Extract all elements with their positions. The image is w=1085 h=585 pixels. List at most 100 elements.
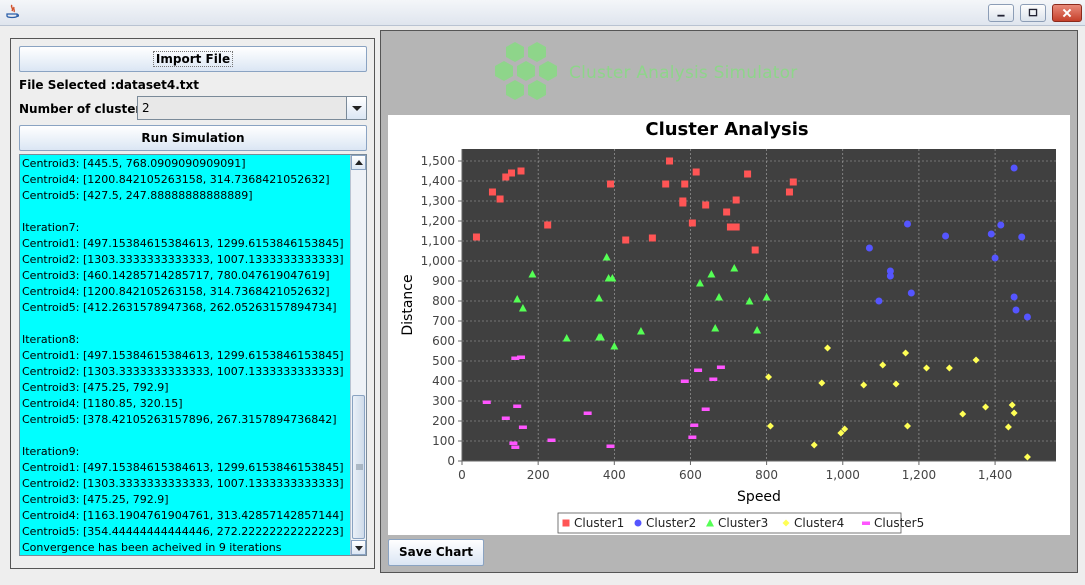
cluster2-point bbox=[1010, 293, 1018, 301]
minimize-icon bbox=[997, 14, 1005, 17]
log-scrollbar[interactable] bbox=[350, 155, 366, 555]
y-tick-label: 1,100 bbox=[421, 234, 455, 248]
chart-area: Cluster Analysis 0 200 400 600 800 1,000 1,200… bbox=[388, 115, 1070, 535]
x-tick-label: 800 bbox=[755, 468, 778, 482]
cluster5-point bbox=[501, 416, 510, 420]
file-selected-label: File Selected :dataset4.txt bbox=[19, 78, 199, 92]
log-line: Centroid3: [445.5, 768.0909090909091] bbox=[22, 157, 246, 170]
legend-cluster2-marker bbox=[634, 519, 642, 527]
y-tick-label: 500 bbox=[432, 354, 455, 368]
cluster5-point bbox=[690, 423, 699, 427]
cluster1-point bbox=[688, 219, 696, 227]
log-line: Centroid1: [497.15384615384613, 1299.615… bbox=[22, 349, 344, 362]
cluster5-point bbox=[688, 435, 697, 439]
simulation-log-textarea[interactable]: Centroid3: [445.5, 768.0909090909091] Cen… bbox=[19, 154, 367, 556]
maximize-button[interactable] bbox=[1020, 4, 1046, 22]
control-panel: Import File File Selected :dataset4.txt … bbox=[10, 38, 375, 569]
cluster1-point bbox=[622, 236, 630, 244]
x-tick-label: 200 bbox=[527, 468, 550, 482]
cluster5-point bbox=[583, 411, 592, 415]
log-line: Centroid1: [497.15384615384613, 1299.615… bbox=[22, 461, 344, 474]
log-lines: Centroid3: [445.5, 768.0909090909091] Cen… bbox=[22, 156, 350, 555]
run-simulation-button[interactable]: Run Simulation bbox=[19, 125, 367, 151]
number-of-clusters-label: Number of clusters: bbox=[19, 102, 154, 116]
cluster2-point bbox=[875, 297, 883, 305]
y-tick-label: 1,300 bbox=[421, 194, 455, 208]
scroll-thumb[interactable] bbox=[352, 395, 365, 539]
save-chart-button[interactable]: Save Chart bbox=[388, 539, 484, 566]
close-button[interactable] bbox=[1052, 4, 1082, 22]
number-of-clusters-select[interactable]: 2 bbox=[137, 96, 367, 120]
cluster5-point bbox=[511, 445, 520, 449]
scroll-down-button[interactable] bbox=[351, 540, 366, 555]
x-axis-label: Speed bbox=[737, 489, 781, 505]
import-file-label: Import File bbox=[152, 51, 234, 67]
cluster1-point bbox=[544, 221, 552, 229]
import-file-button[interactable]: Import File bbox=[19, 46, 367, 72]
cluster1-point bbox=[607, 180, 614, 188]
log-line: Centroid4: [1180.85, 320.15] bbox=[22, 397, 183, 410]
log-line: Iteration9: bbox=[22, 445, 80, 458]
cluster1-point bbox=[679, 199, 687, 207]
y-tick-label: 800 bbox=[432, 294, 455, 308]
plot-background bbox=[462, 149, 1056, 461]
cluster5-point bbox=[606, 444, 615, 448]
y-tick-label: 200 bbox=[432, 414, 455, 428]
y-tick-label: 1,400 bbox=[421, 174, 455, 188]
close-icon bbox=[1062, 8, 1072, 18]
log-line: Convergence has been acheived in 9 itera… bbox=[22, 541, 282, 554]
cluster1-point bbox=[662, 180, 670, 188]
x-tick-label: 400 bbox=[603, 468, 626, 482]
cluster1-point bbox=[702, 201, 710, 209]
x-tick-label: 1,000 bbox=[826, 468, 860, 482]
cluster2-point bbox=[907, 289, 915, 297]
scroll-up-button[interactable] bbox=[351, 155, 366, 170]
cluster1-point bbox=[744, 170, 752, 178]
x-tick-label: 1,400 bbox=[978, 468, 1012, 482]
app-logo-text: Cluster Analysis Simulator bbox=[569, 63, 798, 83]
chart-title: Cluster Analysis bbox=[645, 119, 808, 140]
cluster2-point bbox=[1012, 306, 1020, 314]
cluster5-point bbox=[694, 368, 703, 372]
legend-cluster3-label: Cluster3 bbox=[718, 516, 768, 530]
cluster5-point bbox=[513, 404, 522, 408]
log-line: Centroid3: [460.14285714285717, 780.0476… bbox=[22, 269, 330, 282]
legend-cluster5-marker bbox=[862, 521, 870, 525]
cluster1-point bbox=[723, 208, 731, 216]
grip-icon bbox=[356, 464, 363, 470]
minimize-button[interactable] bbox=[988, 4, 1014, 22]
y-tick-label: 300 bbox=[432, 394, 455, 408]
log-line: Centroid2: [1303.3333333333333, 1007.133… bbox=[22, 477, 344, 490]
log-line: Centroid4: [1200.842105263158, 314.73684… bbox=[22, 285, 330, 298]
arrow-up-icon bbox=[355, 160, 363, 165]
maximize-icon bbox=[1028, 8, 1038, 17]
log-line: Centroid4: [1163.1904761904761, 313.4285… bbox=[22, 509, 344, 522]
cluster5-point bbox=[518, 425, 527, 429]
log-line: Centroid3: [475.25, 792.9] bbox=[22, 493, 169, 506]
y-tick-label: 1,500 bbox=[421, 154, 455, 168]
cluster2-point bbox=[987, 230, 995, 238]
cluster1-point bbox=[488, 188, 496, 196]
y-axis-label: Distance bbox=[400, 274, 416, 335]
log-line: Iteration8: bbox=[22, 333, 80, 346]
log-line: Iteration7: bbox=[22, 221, 80, 234]
chevron-down-icon bbox=[352, 106, 362, 111]
cluster1-point bbox=[681, 180, 689, 188]
clusters-selected-value: 2 bbox=[142, 101, 150, 115]
log-line: Centroid5: [354.44444444444446, 272.2222… bbox=[22, 525, 344, 538]
cluster2-point bbox=[1023, 313, 1031, 321]
cluster5-point bbox=[701, 407, 710, 411]
cluster1-point bbox=[692, 168, 700, 176]
chart-panel-container: Cluster Analysis Simulator Cluster Analy… bbox=[380, 30, 1078, 573]
log-line: Centroid5: [378.42105263157896, 267.3157… bbox=[22, 413, 337, 426]
cluster5-point bbox=[716, 365, 725, 369]
log-line: Centroid5: [412.2631578947368, 262.05263… bbox=[22, 301, 337, 314]
cluster2-point bbox=[997, 221, 1005, 229]
window-title-bar bbox=[0, 0, 1085, 26]
y-tick-label: 600 bbox=[432, 334, 455, 348]
dropdown-button[interactable] bbox=[346, 97, 366, 119]
legend-cluster4-label: Cluster4 bbox=[794, 516, 844, 530]
y-tick-label: 400 bbox=[432, 374, 455, 388]
